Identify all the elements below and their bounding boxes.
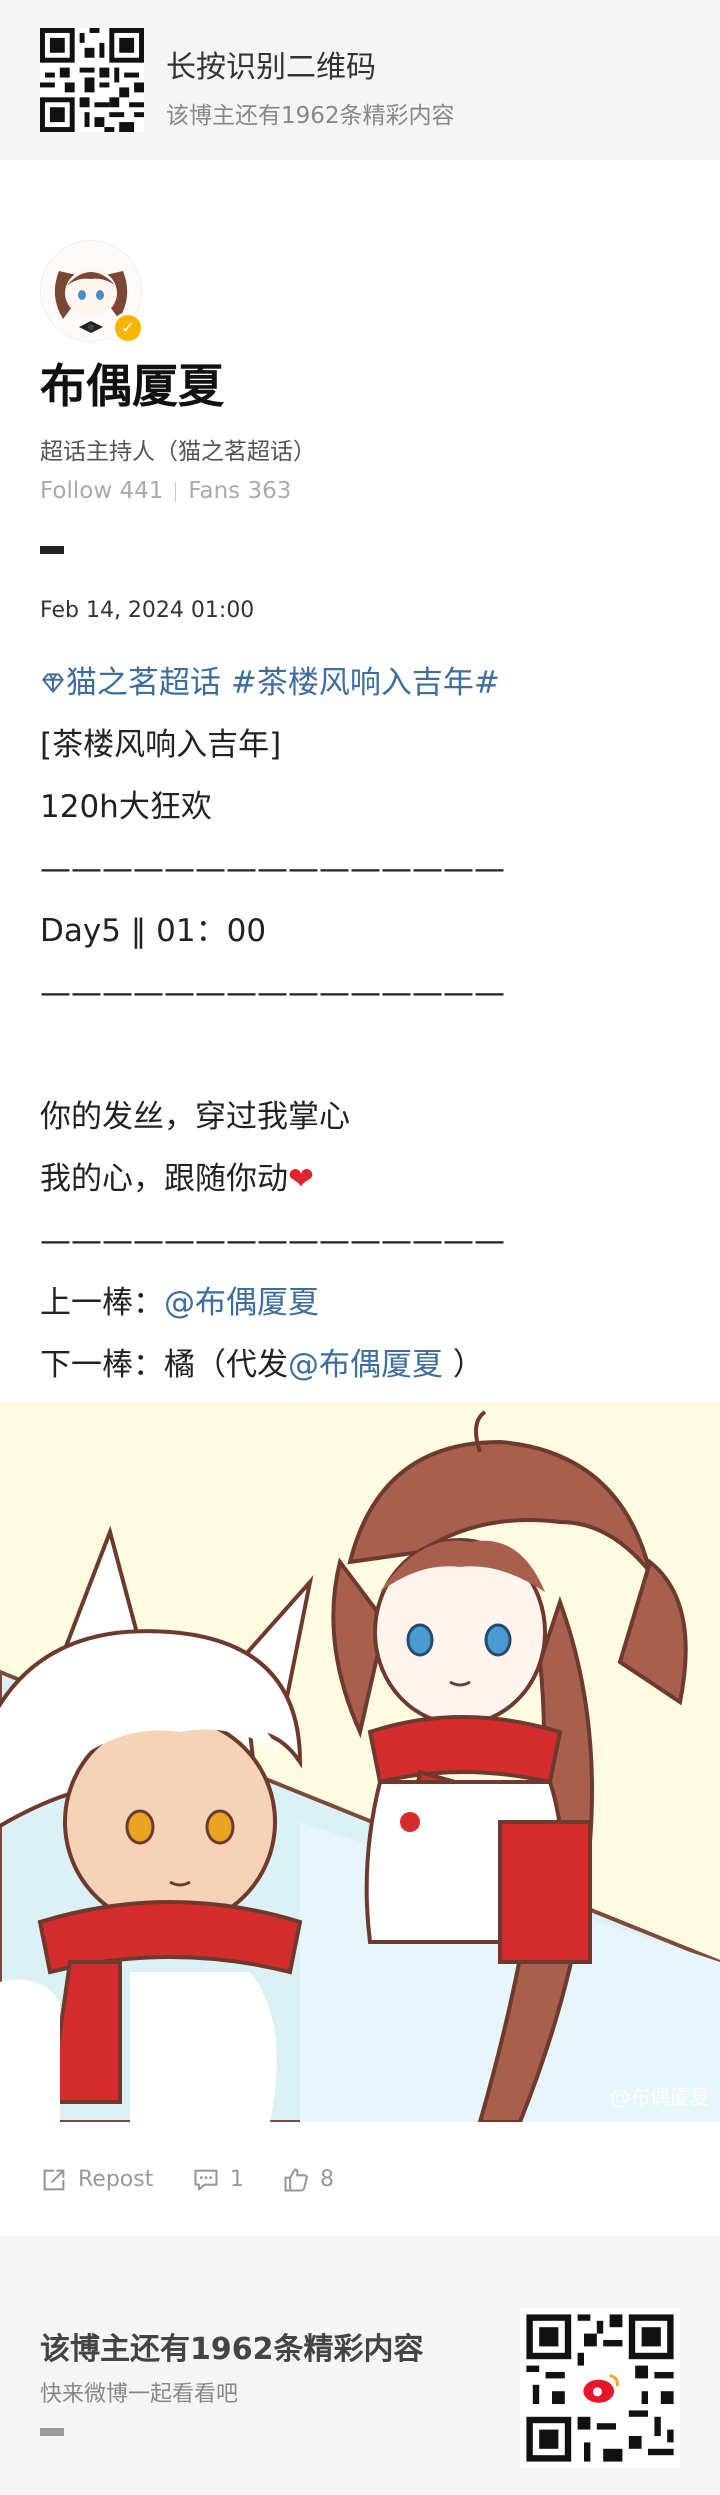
- post-content: 猫之茗超话 #茶楼风响入吉年# [茶楼风响入吉年] 120h大狂欢 ——————…: [40, 652, 690, 1396]
- super-topic-label: 猫之茗超话: [66, 665, 221, 701]
- post-line-2: 120h大狂欢: [40, 789, 212, 825]
- super-topic-icon: [42, 673, 64, 693]
- post-image[interactable]: @布偶厦夏: [0, 1402, 720, 2122]
- repost-icon: [43, 2169, 65, 2191]
- banner-subtitle: 该博主还有1962条精彩内容: [166, 103, 455, 129]
- next-relay-label: 下一棒：橘（代发: [40, 1347, 288, 1383]
- section-divider: [40, 546, 64, 554]
- prev-relay-label: 上一棒：: [40, 1285, 164, 1321]
- like-count: 8: [320, 2167, 334, 2192]
- mention-link-prev[interactable]: @布偶厦夏: [164, 1285, 319, 1321]
- footer-title: 该博主还有1962条精彩内容: [40, 2332, 424, 2367]
- post-line-4: Day5 ‖ 01：00: [40, 913, 267, 949]
- post-actions: Repost 1 8: [40, 2160, 680, 2200]
- stats-divider: [175, 481, 177, 502]
- post-line-11: 下一棒：橘（代发@布偶厦夏 ）: [40, 1334, 690, 1396]
- mention-link-next[interactable]: @布偶厦夏: [288, 1347, 443, 1383]
- footer-promo: 该博主还有1962条精彩内容 快来微博一起看看吧: [0, 2236, 720, 2495]
- post-line-3: ———————————————: [40, 851, 505, 887]
- post-line-10: 上一棒：@布偶厦夏: [40, 1272, 690, 1334]
- anime-illustration: [0, 1402, 720, 2122]
- weibo-qr-code-icon: [520, 2308, 680, 2468]
- fans-count[interactable]: Fans 363: [188, 478, 291, 504]
- qr-code-icon: [40, 28, 144, 132]
- banner-title: 长按识别二维码: [166, 50, 376, 85]
- verified-badge-icon: ✓: [112, 312, 144, 344]
- comment-count: 1: [230, 2167, 244, 2192]
- heart-emoji-icon: ❤: [288, 1161, 314, 1197]
- footer-subtitle: 快来微博一起看看吧: [40, 2382, 239, 2407]
- footer-divider: [40, 2428, 64, 2436]
- post-line-7: 你的发丝，穿过我掌心: [40, 1099, 350, 1135]
- post-line-9: ———————————————: [40, 1223, 505, 1259]
- like-button[interactable]: 8: [282, 2160, 334, 2200]
- qr-code-large[interactable]: [520, 2308, 680, 2468]
- comment-icon: [194, 2169, 218, 2191]
- image-watermark: @布偶厦夏: [610, 2085, 710, 2109]
- repost-label: Repost: [78, 2167, 154, 2192]
- thumbs-up-icon: [284, 2168, 308, 2192]
- post-date: Feb 14, 2024 01:00: [40, 598, 255, 623]
- comment-button[interactable]: 1: [192, 2160, 244, 2200]
- post-line-1: [茶楼风响入吉年]: [40, 727, 282, 763]
- post-topic-line: 猫之茗超话 #茶楼风响入吉年#: [40, 652, 690, 714]
- qr-code-small[interactable]: [40, 28, 144, 132]
- repost-button[interactable]: Repost: [40, 2160, 153, 2200]
- post-line-8: 我的心，跟随你动❤: [40, 1148, 690, 1210]
- hashtag-link[interactable]: #茶楼风响入吉年#: [231, 665, 500, 701]
- profile-role: 超话主持人（猫之茗超话）: [40, 439, 316, 465]
- post-line-5: ———————————————: [40, 975, 505, 1011]
- super-topic-link[interactable]: 猫之茗超话: [40, 665, 221, 701]
- post-line-blank: [40, 1024, 690, 1086]
- next-relay-close: ）: [443, 1347, 484, 1383]
- profile-stats: Follow 441 Fans 363: [40, 478, 291, 504]
- follow-count[interactable]: Follow 441: [40, 478, 163, 504]
- profile-name[interactable]: 布偶厦夏: [40, 350, 224, 416]
- qr-banner: 长按识别二维码 该博主还有1962条精彩内容: [0, 0, 720, 160]
- post-line-8-text: 我的心，跟随你动: [40, 1161, 288, 1197]
